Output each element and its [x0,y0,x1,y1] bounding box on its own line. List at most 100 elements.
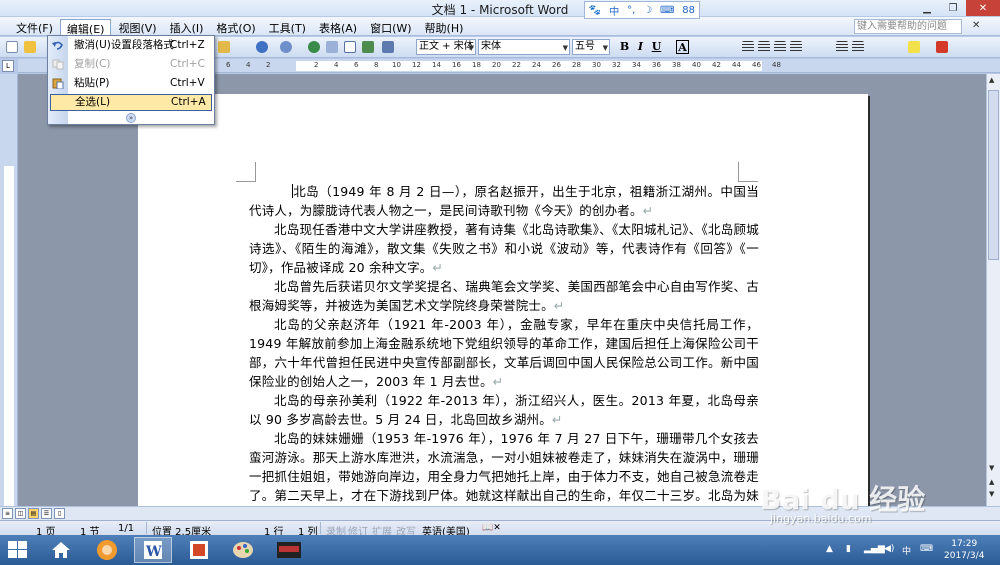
prev-page-icon[interactable]: ▲ [989,478,994,486]
style-value: 正文 + 宋体 [419,41,474,52]
menu-tools[interactable]: 工具(T) [263,19,312,38]
scroll-down-icon[interactable]: ▼ [989,464,994,472]
align-center-icon[interactable] [758,41,770,53]
paint-icon[interactable] [224,537,262,563]
document-area[interactable]: 北岛（1949 年 8 月 2 日—），原名赵振开，出生于北京，祖籍浙江湖州。中… [18,74,986,506]
paragraph[interactable]: 北岛（1949 年 8 月 2 日—），原名赵振开，出生于北京，祖籍浙江湖州。中… [249,182,759,220]
scroll-up-icon[interactable]: ▲ [989,76,994,84]
open-folder-icon[interactable] [24,41,36,53]
title-bar: 文档 1 - Microsoft Word 🐾 中 °, ☽ ⌨ 88 ▁ ❐ … [0,0,1000,19]
taskbar: W ▲ ▮ ▂▄▆ ◀) 中 ⌨ 17:29 2017/3/4 [0,535,1000,565]
ime-moon-icon[interactable]: ☽ [643,5,652,16]
home-icon[interactable] [42,537,80,563]
align-right-icon[interactable] [774,41,786,53]
bold-button[interactable]: B [618,40,631,54]
ime-keyboard-icon[interactable]: ⌨ [660,5,674,16]
crop-mark [236,162,256,182]
watermark-url: jingyan.baidu.com [770,512,872,525]
menu-format[interactable]: 格式(O) [210,19,261,38]
windows-start-icon[interactable] [8,541,28,559]
paragraph[interactable]: 北岛现任香港中文大学讲座教授，著有诗集《北岛诗歌集》、《太阳城札记》、《北岛顾城… [249,220,759,277]
ime-lang[interactable]: 中 [609,3,619,18]
justify-icon[interactable] [790,41,802,53]
tab-selector[interactable]: L [2,60,14,72]
powerpoint-icon[interactable] [180,537,218,563]
reading-view-icon[interactable]: ▯ [54,508,65,519]
chevron-down-icon: ▼ [562,44,568,52]
paragraph[interactable]: 北岛的母亲孙美利（1922 年-2013 年），浙江绍兴人，医生。2013 年夏… [249,391,759,429]
web-view-icon[interactable]: ◫ [15,508,26,519]
document-body[interactable]: 北岛（1949 年 8 月 2 日—），原名赵振开，出生于北京，祖籍浙江湖州。中… [249,182,759,506]
browser-icon[interactable] [88,537,126,563]
paragraph[interactable]: 北岛的妹妹姗姗（1953 年-1976 年），1976 年 7 月 27 日下午… [249,429,759,506]
menu-table[interactable]: 表格(A) [313,19,363,38]
document-page[interactable]: 北岛（1949 年 8 月 2 日—），原名赵振开，出生于北京，祖籍浙江湖州。中… [138,94,868,506]
ime-punct[interactable]: °, [627,5,635,16]
menu-copy[interactable]: 复制(C) Ctrl+C [48,55,214,74]
font-dropdown[interactable]: 宋体 ▼ [478,39,570,55]
menu-paste[interactable]: 粘贴(P) Ctrl+V [48,74,214,93]
char-border-button[interactable]: A [676,40,689,54]
menu-expand[interactable]: » [48,112,214,124]
paste-icon [52,78,64,89]
ime-grid-icon[interactable]: 88 [682,5,695,16]
tray-keyboard-icon[interactable]: ⌨ [920,544,933,554]
format-painter-icon[interactable] [218,41,230,53]
network-icon[interactable]: ▂▄▆ [864,544,885,554]
style-dropdown[interactable]: 正文 + 宋体 ▼ [416,39,476,55]
maximize-button[interactable]: ❐ [940,0,966,16]
highlight-icon[interactable] [908,41,920,53]
word-taskbar-icon[interactable]: W [134,537,172,563]
media-app-icon[interactable] [270,537,308,563]
baidu-jingyan-watermark: Bai du 经验 jingyan.baidu.com [760,478,960,528]
menu-window[interactable]: 窗口(W) [364,19,417,38]
tables-borders-icon[interactable] [326,41,338,53]
undo-icon[interactable] [256,41,268,53]
clock-date: 2017/3/4 [944,551,985,561]
scroll-thumb[interactable] [988,90,999,260]
italic-button[interactable]: I [634,40,647,54]
crop-mark [738,162,758,182]
ime-paw-icon[interactable]: 🐾 [589,5,601,16]
font-color-icon[interactable] [936,41,948,53]
align-left-icon[interactable] [742,41,754,53]
menu-undo[interactable]: 撤消(U)设置段落格式 Ctrl+Z [48,36,214,55]
tray-arrow-icon[interactable]: ▲ [826,544,833,554]
outline-view-icon[interactable]: ☰ [41,508,52,519]
close-button[interactable]: ✕ [966,0,1000,16]
volume-icon[interactable]: ◀) [884,544,894,554]
redo-icon[interactable] [280,41,292,53]
paragraph[interactable]: 北岛的父亲赵济年（1921 年-2003 年），金融专家，早年在重庆中央信托局工… [249,315,759,391]
tray-ime-lang[interactable]: 中 [902,544,911,557]
insert-excel-icon[interactable] [362,41,374,53]
undo-icon [52,41,63,50]
paragraph[interactable]: 北岛曾先后获诺贝尔文学奖提名、瑞典笔会文学奖、美国西部笔会中心自由写作奖、古根海… [249,277,759,315]
columns-icon[interactable] [382,41,394,53]
window-title: 文档 1 - Microsoft Word [431,3,569,17]
expand-chevron-icon[interactable]: » [126,113,136,123]
chevron-down-icon: ▼ [602,44,608,52]
edit-menu-dropdown: 撤消(U)设置段落格式 Ctrl+Z 复制(C) Ctrl+C 粘贴(P) Ct… [47,35,215,125]
numbering-icon[interactable] [836,41,848,53]
hyperlink-icon[interactable] [308,41,320,53]
normal-view-icon[interactable]: ≡ [2,508,13,519]
doc-close-icon[interactable]: ✕ [972,20,980,31]
battery-icon[interactable]: ▮ [846,544,851,554]
menu-help[interactable]: 帮助(H) [419,19,470,38]
ime-toolbar[interactable]: 🐾 中 °, ☽ ⌨ 88 [584,1,700,19]
minimize-button[interactable]: ▁ [914,0,940,16]
font-size-dropdown[interactable]: 五号 ▼ [572,39,610,55]
vertical-scrollbar[interactable]: ▲ ▼ ▲ ▼ [986,74,1000,506]
print-view-icon[interactable]: ▤ [28,508,39,519]
next-page-icon[interactable]: ▼ [989,490,994,498]
menu-select-all[interactable]: 全选(L) Ctrl+A [50,94,212,111]
new-doc-icon[interactable] [6,41,18,53]
help-search-input[interactable]: 键入需要帮助的问题 [854,19,962,34]
bullets-icon[interactable] [852,41,864,53]
spelling-status-icon[interactable]: 📖✕ [482,523,501,533]
clock[interactable]: 17:29 2017/3/4 [944,538,984,562]
underline-button[interactable]: U [650,40,663,54]
insert-table-icon[interactable] [344,41,356,53]
vertical-ruler[interactable] [0,74,18,506]
copy-icon [52,59,64,70]
